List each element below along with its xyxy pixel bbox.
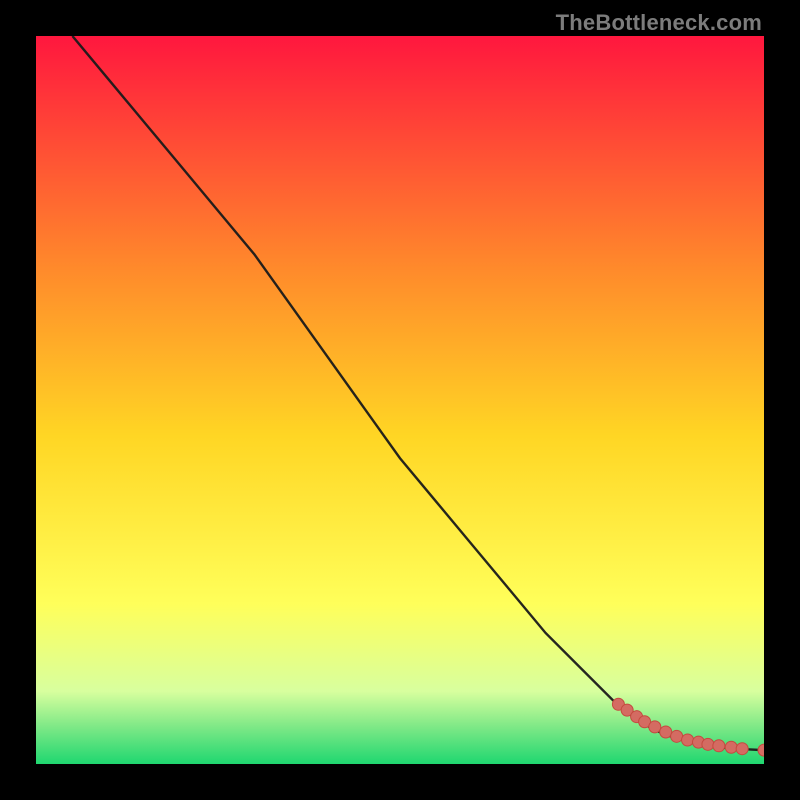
- data-point: [713, 740, 725, 752]
- chart-svg: [36, 36, 764, 764]
- watermark-text: TheBottleneck.com: [556, 10, 762, 36]
- data-point: [660, 726, 672, 738]
- data-point: [736, 743, 748, 755]
- data-point: [702, 738, 714, 750]
- data-point: [682, 734, 694, 746]
- plot-area: [36, 36, 764, 764]
- chart-container: TheBottleneck.com: [0, 0, 800, 800]
- data-point: [649, 721, 661, 733]
- data-point: [671, 730, 683, 742]
- data-point: [725, 741, 737, 753]
- gradient-background: [36, 36, 764, 764]
